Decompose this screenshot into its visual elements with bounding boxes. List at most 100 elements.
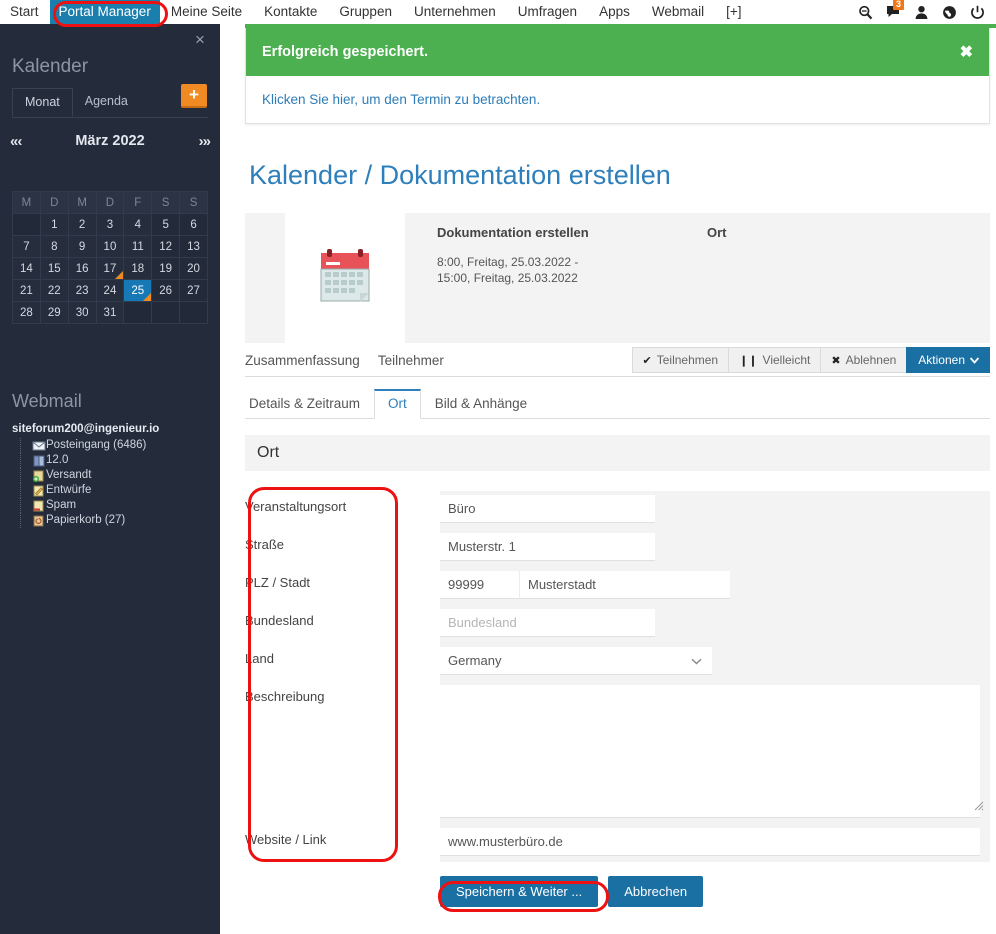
calendar-day-21[interactable]: 21 (13, 280, 41, 302)
calendar-day-25[interactable]: 25 (124, 280, 152, 302)
mini-calendar-week-row: 28293031 (13, 302, 208, 324)
weekday-1: D (40, 192, 68, 214)
calendar-day-9[interactable]: 9 (68, 236, 96, 258)
calendar-day-13[interactable]: 13 (180, 236, 208, 258)
nav-item-add[interactable]: [+] (715, 0, 752, 24)
power-icon[interactable] (970, 5, 985, 20)
webmail-folder-label: Entwürfe (46, 484, 91, 496)
calendar-day-5[interactable]: 5 (152, 214, 180, 236)
city-input[interactable] (520, 571, 730, 599)
messages-icon[interactable]: 3 (886, 5, 901, 20)
calendar-day-22[interactable]: 22 (40, 280, 68, 302)
tab-teilnehmer[interactable]: Teilnehmer (374, 353, 458, 376)
calendar-day-number: 16 (76, 263, 89, 275)
calendar-day-number: 26 (159, 285, 172, 297)
search-icon[interactable] (858, 5, 873, 20)
nav-item-apps[interactable]: Apps (588, 0, 641, 24)
nav-item-umfragen[interactable]: Umfragen (507, 0, 588, 24)
nav-item-portal-manager[interactable]: Portal Manager (50, 0, 160, 24)
calendar-day-3[interactable]: 3 (96, 214, 124, 236)
alert-close-icon[interactable]: ✖ (960, 42, 973, 62)
maybe-button[interactable]: ❙❙ Vielleicht (728, 347, 820, 373)
calendar-day-31[interactable]: 31 (96, 302, 124, 324)
calendar-day-number: 11 (132, 241, 144, 253)
nav-item-kontakte[interactable]: Kontakte (253, 0, 328, 24)
calendar-day-28[interactable]: 28 (13, 302, 41, 324)
state-input[interactable] (440, 609, 655, 637)
website-input[interactable] (440, 828, 980, 856)
globe-icon[interactable] (942, 5, 957, 20)
country-select[interactable]: Germany (440, 647, 712, 675)
calendar-day-20[interactable]: 20 (180, 258, 208, 280)
webmail-folder-item[interactable]: 12.0 (20, 453, 216, 468)
control-bundesland (440, 605, 990, 643)
nav-item-gruppen[interactable]: Gruppen (328, 0, 403, 24)
attend-button[interactable]: ✔ Teilnehmen (632, 347, 729, 373)
prev-glyph: ‹ (17, 133, 21, 150)
calendar-day-number: 18 (131, 263, 144, 275)
month-next-year-icon[interactable]: ›» (199, 133, 210, 150)
zip-input[interactable] (440, 571, 520, 599)
tab-zusammenfassung[interactable]: Zusammenfassung (245, 353, 374, 376)
calendar-day-24[interactable]: 24 (96, 280, 124, 302)
sidebar-tab-agenda[interactable]: Agenda (73, 88, 140, 115)
webmail-folder-item[interactable]: Versandt (20, 468, 216, 483)
calendar-day-4[interactable]: 4 (124, 214, 152, 236)
webmail-folder-item[interactable]: Posteingang (6486) (20, 438, 216, 453)
webmail-folder-label: Posteingang (6486) (46, 439, 146, 451)
webmail-folder-item[interactable]: Spam (20, 498, 216, 513)
nav-item-start[interactable]: Start (0, 0, 50, 24)
nav-item-unternehmen[interactable]: Unternehmen (403, 0, 507, 24)
save-and-continue-button[interactable]: Speichern & Weiter ... (440, 876, 598, 907)
calendar-day-16[interactable]: 16 (68, 258, 96, 280)
subtab-bild-anhaenge[interactable]: Bild & Anhänge (421, 390, 541, 419)
messages-badge: 3 (893, 0, 904, 10)
webmail-folder-item[interactable]: Entwürfe (20, 483, 216, 498)
calendar-day-14[interactable]: 14 (13, 258, 41, 280)
subtab-ort[interactable]: Ort (374, 389, 421, 419)
success-alert: Erfolgreich gespeichert. ✖ Klicken Sie h… (245, 28, 990, 124)
calendar-day-30[interactable]: 30 (68, 302, 96, 324)
webmail-folder-item[interactable]: Papierkorb (27) (20, 513, 216, 528)
add-event-button[interactable]: + (181, 84, 207, 108)
cancel-button[interactable]: Abbrechen (608, 876, 703, 907)
weekday-4: F (124, 192, 152, 214)
calendar-day-27[interactable]: 27 (180, 280, 208, 302)
decline-button[interactable]: ✖ Ablehnen (820, 347, 906, 373)
event-info-header: Dokumentation erstellen Ort (437, 225, 727, 240)
calendar-day-7[interactable]: 7 (13, 236, 41, 258)
description-textarea-wrap (440, 685, 990, 818)
sidebar-tab-monat[interactable]: Monat (12, 88, 73, 117)
calendar-day-18[interactable]: 18 (124, 258, 152, 280)
calendar-day-6[interactable]: 6 (180, 214, 208, 236)
calendar-day-10[interactable]: 10 (96, 236, 124, 258)
sidebar-close-icon[interactable]: × (192, 32, 208, 48)
venue-input[interactable] (440, 495, 655, 523)
calendar-day-15[interactable]: 15 (40, 258, 68, 280)
view-appointment-link[interactable]: Klicken Sie hier, um den Termin zu betra… (262, 92, 540, 107)
calendar-day-29[interactable]: 29 (40, 302, 68, 324)
calendar-day-empty (124, 302, 152, 324)
street-input[interactable] (440, 533, 655, 561)
calendar-day-12[interactable]: 12 (152, 236, 180, 258)
calendar-day-26[interactable]: 26 (152, 280, 180, 302)
calendar-day-8[interactable]: 8 (40, 236, 68, 258)
description-textarea[interactable] (440, 685, 980, 818)
country-field-wrap: Germany (440, 643, 990, 681)
label-veranstaltungsort: Veranstaltungsort (245, 491, 440, 514)
subtab-details-zeitraum[interactable]: Details & Zeitraum (245, 390, 374, 419)
calendar-day-23[interactable]: 23 (68, 280, 96, 302)
nav-item-webmail[interactable]: Webmail (641, 0, 715, 24)
user-icon[interactable] (914, 5, 929, 20)
location-form: Veranstaltungsort Straße PLZ / Stadt (245, 491, 990, 907)
actions-dropdown-button[interactable]: Aktionen (906, 347, 990, 373)
nav-item-meine-seite[interactable]: Meine Seite (160, 0, 253, 24)
webmail-folder-list: Posteingang (6486) 12.0VersandtEntwürfe Sp… (20, 438, 216, 528)
state-field-wrap (440, 605, 990, 643)
month-prev-year-icon[interactable]: «‹ (10, 133, 21, 150)
calendar-day-19[interactable]: 19 (152, 258, 180, 280)
calendar-day-11[interactable]: 11 (124, 236, 152, 258)
calendar-day-2[interactable]: 2 (68, 214, 96, 236)
calendar-day-1[interactable]: 1 (40, 214, 68, 236)
calendar-day-17[interactable]: 17 (96, 258, 124, 280)
